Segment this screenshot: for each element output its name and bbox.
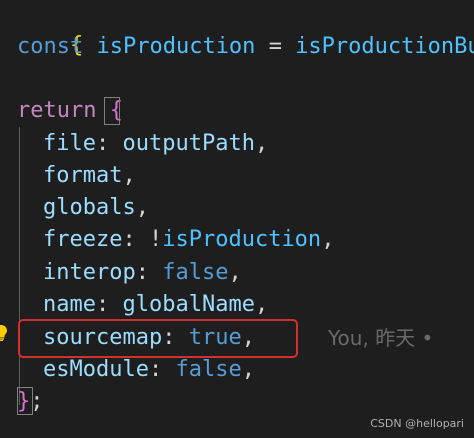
code-line-const: const isProduction = isProductionBun xyxy=(17,31,474,63)
lightbulb-icon[interactable] xyxy=(0,325,7,341)
code-line-freeze: freeze: !isProduction, xyxy=(43,224,334,256)
code-line-name: name: globalName, xyxy=(43,289,268,321)
code-line-open-brace: { xyxy=(17,0,83,58)
code-editor[interactable]: { const isProduction = isProductionBun r… xyxy=(0,0,474,438)
prop-key-globals: globals xyxy=(43,195,136,220)
prop-key-esmodule: esModule xyxy=(43,357,149,382)
bracket-match-box-close xyxy=(17,387,33,415)
return-keyword: return xyxy=(17,98,97,123)
watermark: CSDN @hellopari xyxy=(370,417,464,430)
prop-comma: , xyxy=(135,195,149,220)
const-name: isProduction xyxy=(96,34,256,59)
prop-colon: : xyxy=(95,131,110,156)
const-value: isProductionBun xyxy=(295,34,474,59)
prop-comma: , xyxy=(228,260,242,285)
prop-comma: , xyxy=(254,292,269,317)
prop-value-esmodule: false xyxy=(175,357,242,382)
prop-comma: , xyxy=(321,227,335,252)
git-blame-annotation: You, 昨天 • xyxy=(328,326,434,350)
prop-key-name: name xyxy=(43,292,96,317)
prop-comma: , xyxy=(241,357,255,382)
const-keyword: const xyxy=(17,34,84,59)
prop-colon: : xyxy=(95,292,110,317)
prop-key-format: format xyxy=(43,163,123,188)
prop-key-interop: interop xyxy=(43,260,136,285)
prop-comma: , xyxy=(254,131,269,156)
code-line-esmodule: esModule: false, xyxy=(43,354,255,386)
code-line-globals: globals, xyxy=(43,192,149,224)
indent-guide xyxy=(19,127,20,405)
prop-key-file: file xyxy=(43,131,96,156)
code-line-file: file: outputPath, xyxy=(43,128,268,160)
prop-comma: , xyxy=(122,163,136,188)
not-operator: ! xyxy=(148,227,163,252)
prop-key-freeze: freeze xyxy=(43,227,123,252)
prop-value-file: outputPath xyxy=(122,131,255,156)
code-line-format: format, xyxy=(43,160,136,192)
prop-value-freeze: isProduction xyxy=(162,227,322,252)
prop-value-interop: false xyxy=(162,260,229,285)
prop-colon: : xyxy=(122,227,136,252)
prop-colon: : xyxy=(135,260,149,285)
assign-operator: = xyxy=(268,34,282,59)
prop-value-name: globalName xyxy=(122,292,255,317)
bracket-match-box-open xyxy=(104,97,120,125)
annotation-highlight-box xyxy=(18,319,298,358)
prop-colon: : xyxy=(148,357,163,382)
code-line-interop: interop: false, xyxy=(43,257,242,289)
